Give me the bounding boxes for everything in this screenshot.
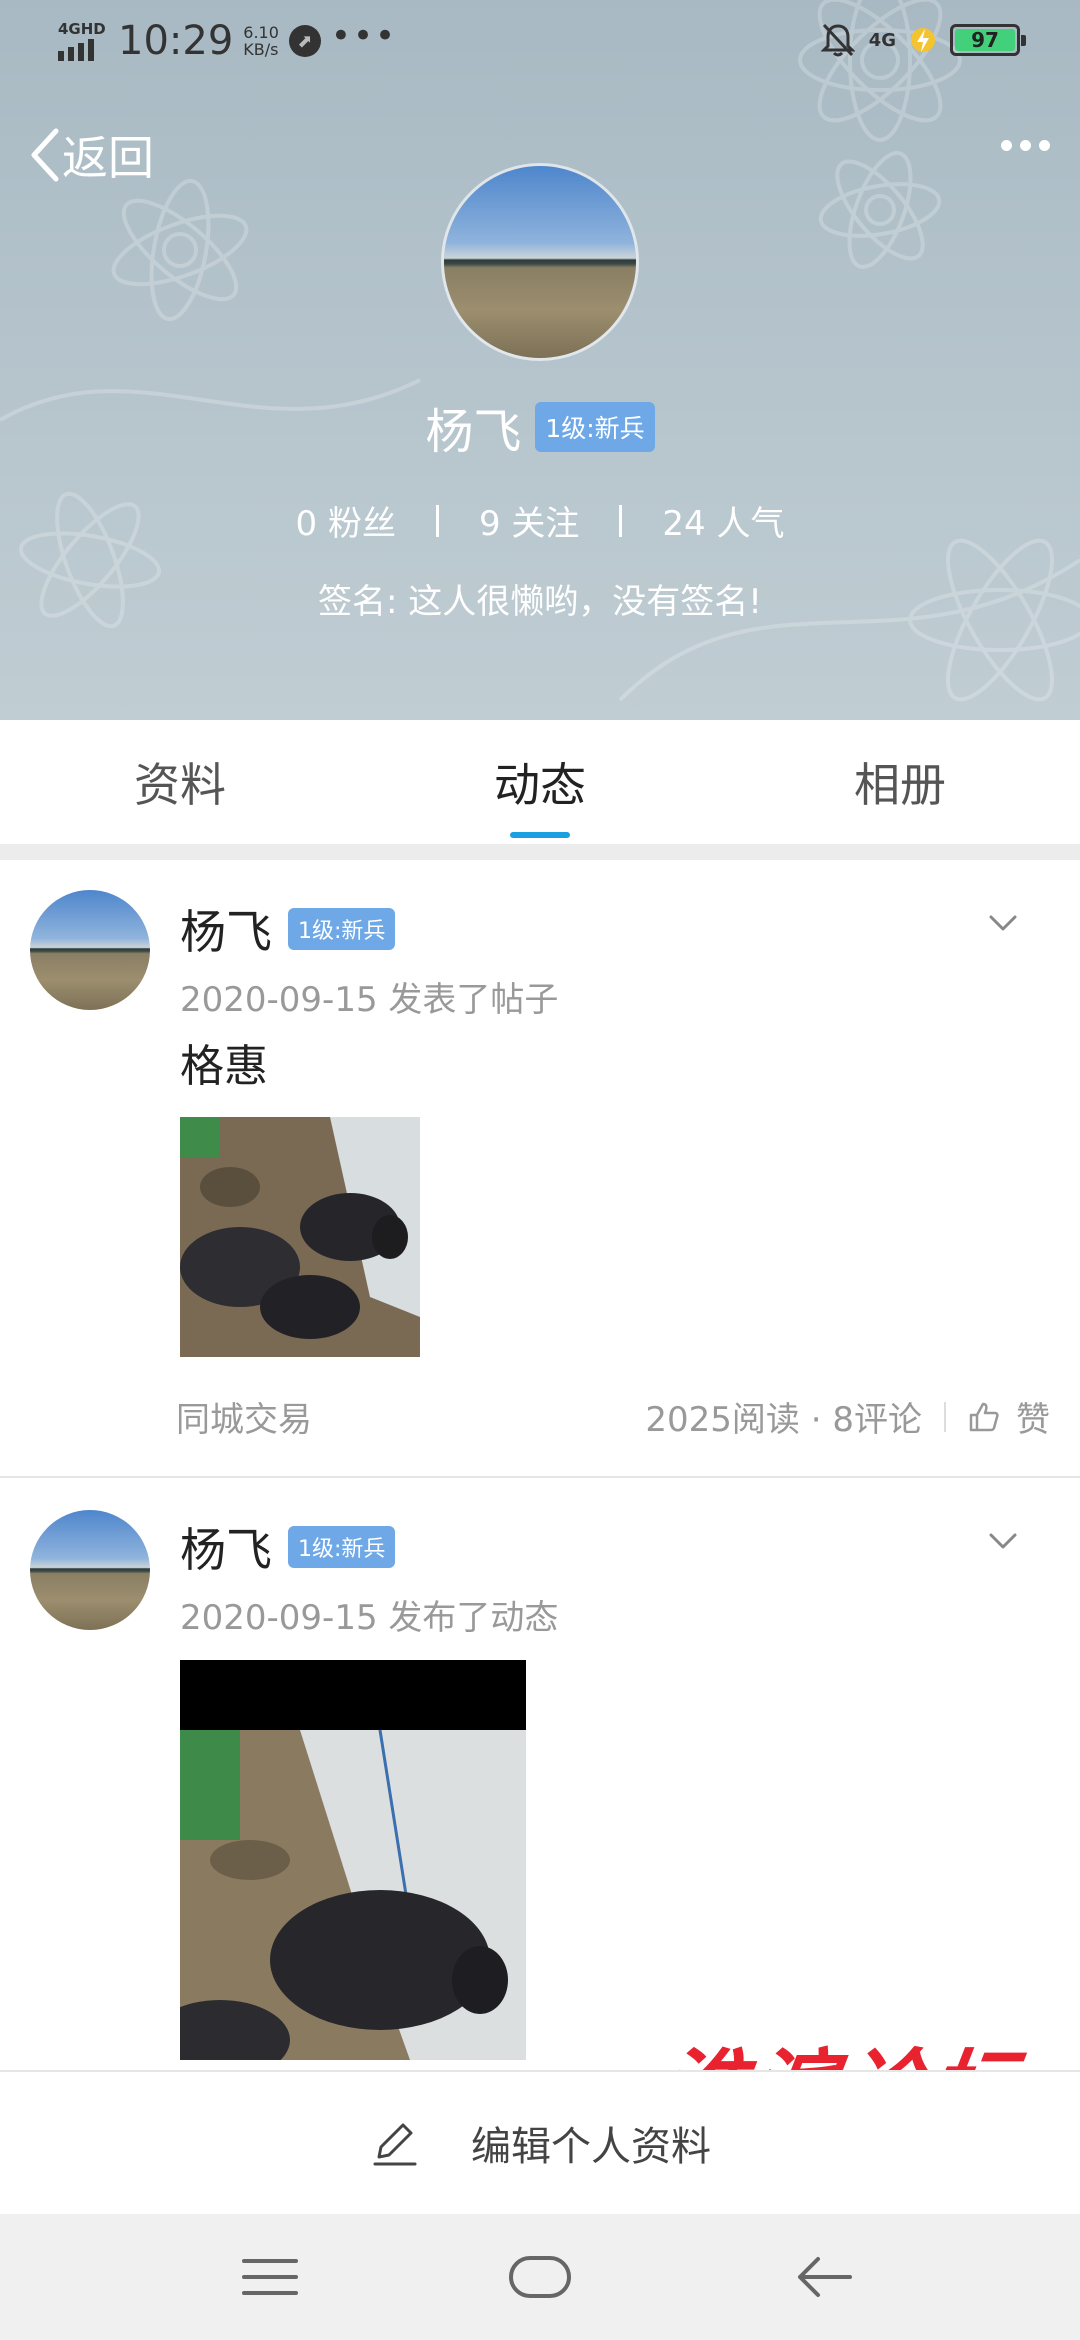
post-meta: 2020-09-15 发表了帖子 bbox=[180, 972, 558, 1021]
post-date: 2020-09-15 bbox=[180, 1598, 378, 1638]
post-action: 发布了动态 bbox=[388, 1598, 559, 1638]
post-meta: 2020-09-15 发布了动态 bbox=[180, 1590, 558, 1639]
activity-feed[interactable]: 杨飞 1级:新兵 2020-09-15 发表了帖子 格惠 同城交易 2025阅读… bbox=[0, 860, 1080, 2070]
menu-icon bbox=[242, 2259, 298, 2295]
edit-profile-label: 编辑个人资料 bbox=[471, 2124, 711, 2170]
post-action: 发表了帖子 bbox=[388, 980, 559, 1020]
mute-bell-icon bbox=[820, 23, 855, 57]
post-category[interactable]: 同城交易 bbox=[176, 1392, 645, 1441]
network-indicator: 4GHD bbox=[58, 21, 108, 61]
level-badge: 1级:新兵 bbox=[535, 402, 655, 452]
post-author-row: 杨飞 1级:新兵 bbox=[180, 896, 396, 962]
tab-activity[interactable]: 动态 bbox=[360, 720, 720, 844]
profile-username: 杨飞 bbox=[425, 404, 522, 460]
post-image[interactable] bbox=[180, 1660, 526, 2060]
post-stats: 2025阅读 · 8评论 bbox=[645, 1400, 922, 1440]
post-date: 2020-09-15 bbox=[180, 980, 378, 1020]
nav-home-button[interactable] bbox=[500, 2244, 580, 2310]
post-image[interactable] bbox=[180, 1117, 420, 1357]
notification-icon: ⬈ bbox=[288, 25, 321, 57]
feed-post[interactable]: 杨飞 1级:新兵 2020-09-15 发布了动态 bbox=[0, 1478, 1080, 2070]
nav-back-button[interactable] bbox=[784, 2244, 864, 2310]
feed-post[interactable]: 杨飞 1级:新兵 2020-09-15 发表了帖子 格惠 同城交易 2025阅读… bbox=[0, 860, 1080, 1476]
pencil-icon bbox=[373, 2123, 417, 2166]
chevron-down-icon[interactable] bbox=[988, 1526, 1018, 1556]
charging-icon bbox=[911, 28, 935, 52]
chevron-left-icon bbox=[31, 128, 59, 182]
more-options-button[interactable] bbox=[1001, 140, 1050, 151]
tab-info[interactable]: 资料 bbox=[0, 720, 360, 844]
profile-name-row: 杨飞 1级:新兵 bbox=[0, 392, 1080, 462]
status-bar: 4GHD 10:29 6.10 KB/s ⬈ ••• 4G 97 bbox=[0, 0, 1080, 84]
pigs-photo bbox=[180, 1660, 526, 2060]
system-nav-bar bbox=[0, 2214, 1080, 2340]
status-more-icon: ••• bbox=[330, 16, 398, 56]
signal-icon bbox=[58, 39, 108, 61]
level-badge: 1级:新兵 bbox=[288, 1526, 396, 1568]
edit-profile-button[interactable]: 编辑个人资料 bbox=[0, 2070, 1080, 2214]
back-button[interactable]: 返回 bbox=[28, 122, 154, 188]
avatar-image bbox=[30, 890, 150, 1010]
home-icon bbox=[509, 2256, 571, 2298]
profile-signature: 签名: 这人很懒哟，没有签名! bbox=[318, 582, 762, 622]
profile-tabs: 资料 动态 相册 bbox=[0, 720, 1080, 844]
thumbs-up-icon bbox=[969, 1402, 999, 1431]
post-author-row: 杨飞 1级:新兵 bbox=[180, 1514, 396, 1580]
like-button[interactable]: 赞 bbox=[968, 1392, 1050, 1441]
back-arrow-icon bbox=[798, 2257, 852, 2297]
post-footer: 同城交易 2025阅读 · 8评论 赞 bbox=[176, 1392, 1050, 1441]
post-avatar[interactable] bbox=[30, 890, 150, 1010]
pigs-photo bbox=[180, 1117, 420, 1357]
avatar-image bbox=[30, 1510, 150, 1630]
more-dots-icon bbox=[1001, 140, 1012, 151]
post-title[interactable]: 格惠 bbox=[180, 1030, 268, 1094]
chevron-down-icon[interactable] bbox=[988, 908, 1018, 938]
avatar-image bbox=[444, 166, 636, 358]
post-author-name[interactable]: 杨飞 bbox=[180, 896, 272, 962]
post-avatar[interactable] bbox=[30, 1510, 150, 1630]
fans-count[interactable]: 0 粉丝 bbox=[256, 496, 436, 545]
post-author-name[interactable]: 杨飞 bbox=[180, 1514, 272, 1580]
level-badge: 1级:新兵 bbox=[288, 908, 396, 950]
profile-avatar[interactable] bbox=[441, 163, 639, 361]
tab-album[interactable]: 相册 bbox=[720, 720, 1080, 844]
popularity-count: 24 人气 bbox=[662, 504, 785, 544]
like-label: 赞 bbox=[1016, 1400, 1050, 1440]
footer-divider bbox=[944, 1401, 946, 1432]
mobile-data-indicator: 4G bbox=[868, 29, 896, 51]
profile-header: 4GHD 10:29 6.10 KB/s ⬈ ••• 4G 97 返回 杨飞 1… bbox=[0, 0, 1080, 720]
back-label: 返回 bbox=[62, 131, 154, 185]
nav-menu-button[interactable] bbox=[230, 2244, 310, 2310]
following-count[interactable]: 9 关注 bbox=[439, 496, 619, 545]
profile-stats: 0 粉丝 9 关注 24 人气 bbox=[0, 496, 1080, 545]
clock: 10:29 bbox=[118, 18, 234, 64]
network-speed: 6.10 KB/s bbox=[243, 23, 279, 59]
battery-icon: 97 bbox=[950, 24, 1026, 56]
